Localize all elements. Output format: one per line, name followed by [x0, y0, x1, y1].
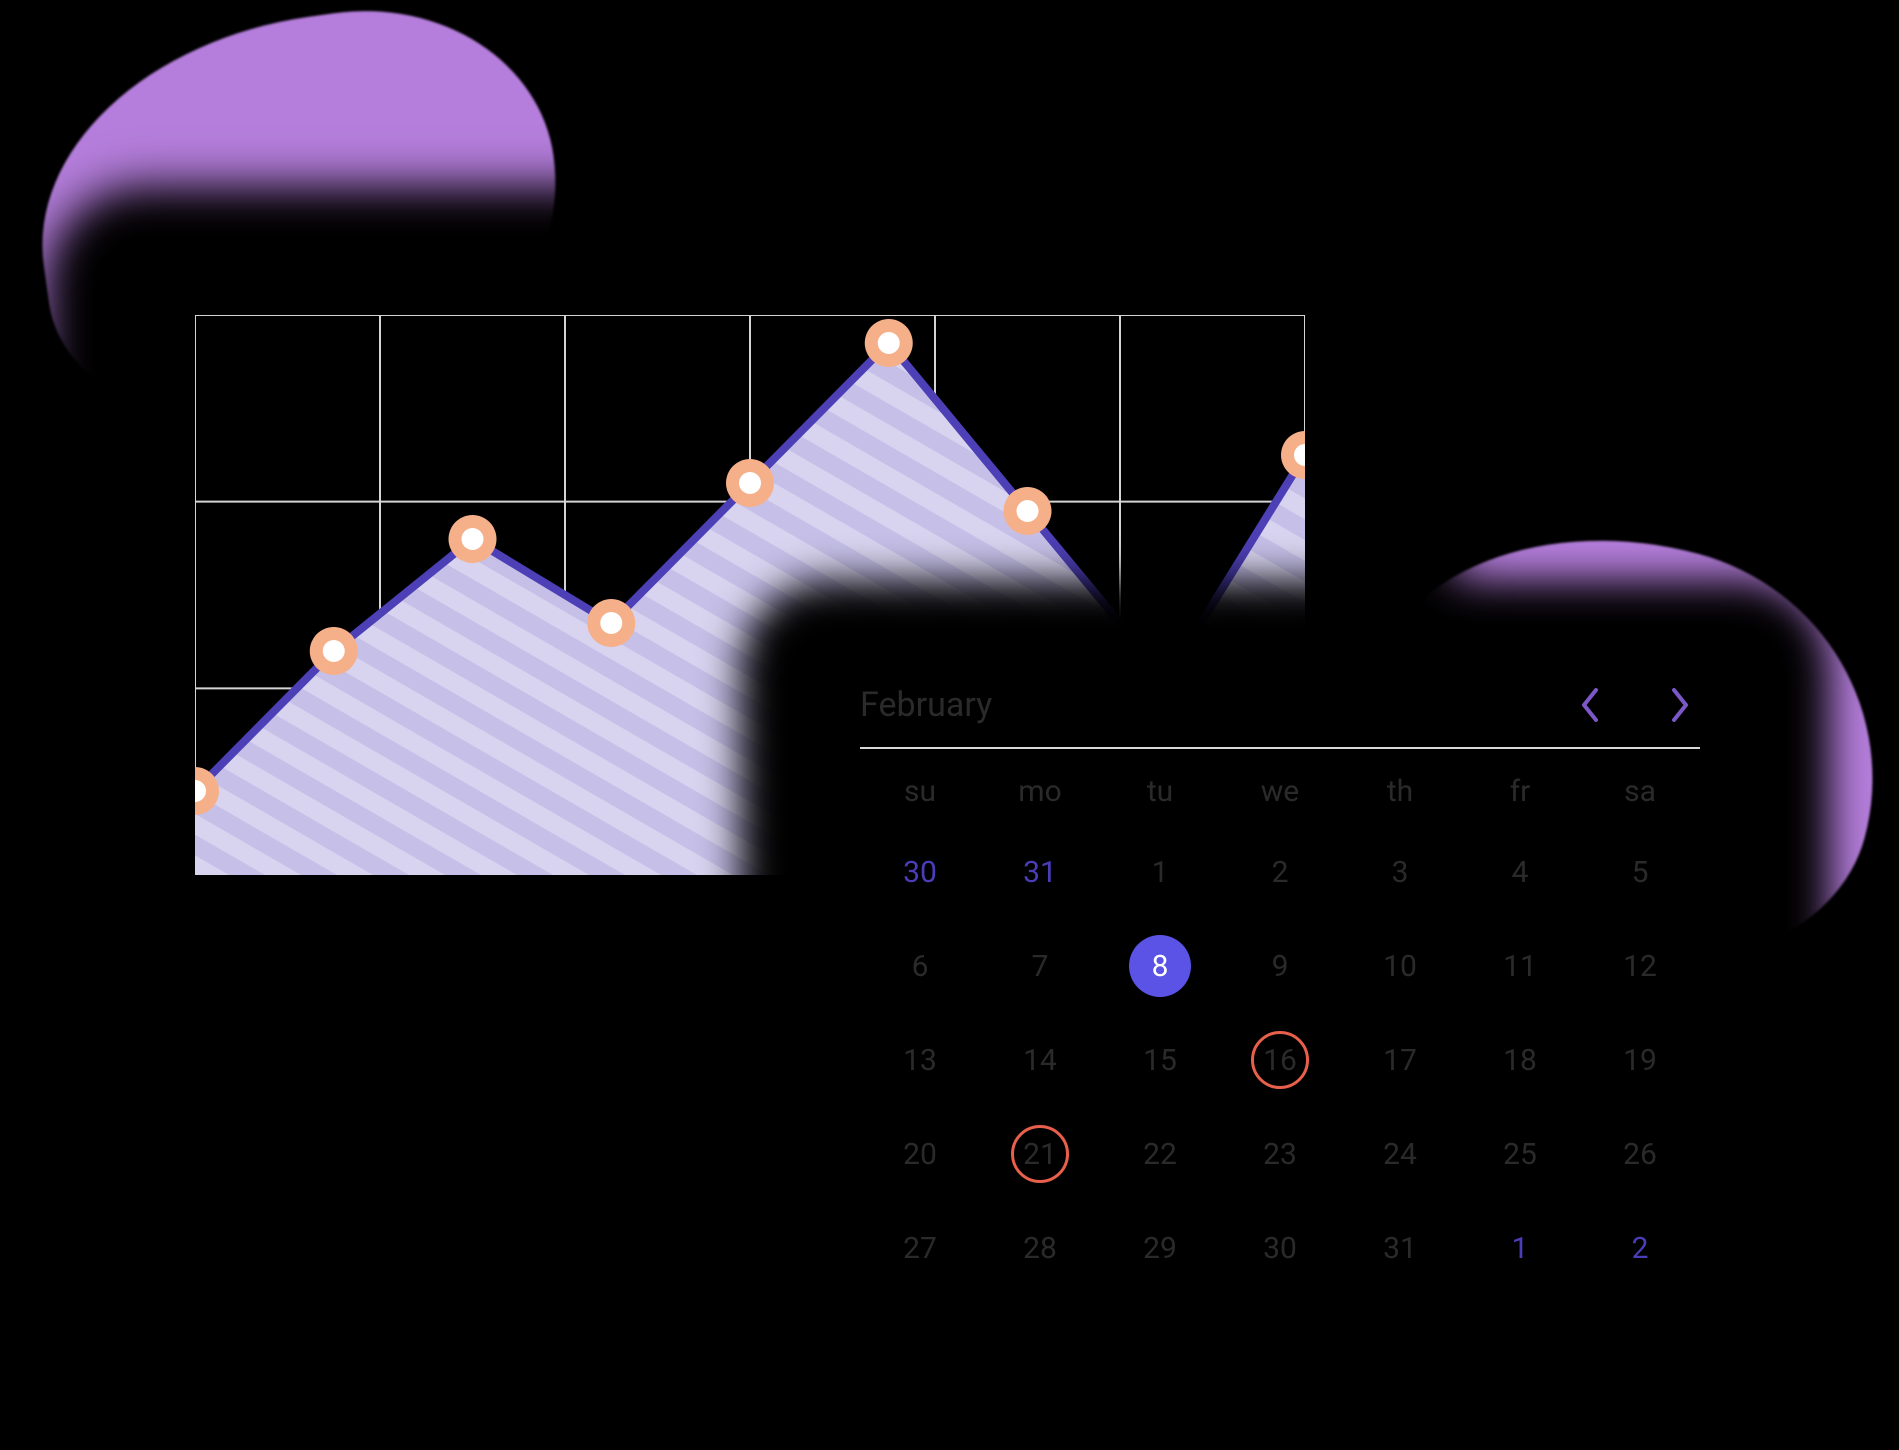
calendar-grid: sumotuwethfrsa30311234567891011121314151… [860, 774, 1700, 1279]
calendar-day[interactable]: 14 [980, 1029, 1100, 1091]
calendar-weekday: th [1340, 774, 1460, 809]
next-month-button[interactable] [1660, 685, 1700, 725]
calendar-day[interactable]: 2 [1580, 1217, 1700, 1279]
calendar-header: February [860, 685, 1700, 749]
calendar-day[interactable]: 2 [1220, 841, 1340, 903]
calendar-day[interactable]: 15 [1100, 1029, 1220, 1091]
calendar-day[interactable]: 18 [1460, 1029, 1580, 1091]
calendar-day[interactable]: 23 [1220, 1123, 1340, 1185]
calendar-day[interactable]: 31 [1340, 1217, 1460, 1279]
calendar-weekday: mo [980, 774, 1100, 809]
calendar-day[interactable]: 4 [1460, 841, 1580, 903]
chevron-right-icon [1668, 686, 1692, 724]
calendar-day[interactable]: 1 [1460, 1217, 1580, 1279]
calendar-day[interactable]: 16 [1220, 1029, 1340, 1091]
calendar-weekday: tu [1100, 774, 1220, 809]
calendar-weekday: su [860, 774, 980, 809]
calendar-day[interactable]: 25 [1460, 1123, 1580, 1185]
calendar-day[interactable]: 26 [1580, 1123, 1700, 1185]
calendar-day[interactable]: 19 [1580, 1029, 1700, 1091]
calendar-day[interactable]: 10 [1340, 935, 1460, 997]
calendar-day[interactable]: 24 [1340, 1123, 1460, 1185]
calendar-day[interactable]: 13 [860, 1029, 980, 1091]
calendar-day[interactable]: 6 [860, 935, 980, 997]
calendar-weekday: fr [1460, 774, 1580, 809]
calendar-day[interactable]: 3 [1340, 841, 1460, 903]
calendar-day[interactable]: 12 [1580, 935, 1700, 997]
calendar-day[interactable]: 30 [1220, 1217, 1340, 1279]
calendar-day[interactable]: 17 [1340, 1029, 1460, 1091]
calendar-day[interactable]: 29 [1100, 1217, 1220, 1279]
calendar-day[interactable]: 7 [980, 935, 1100, 997]
calendar-day[interactable]: 5 [1580, 841, 1700, 903]
calendar-day[interactable]: 1 [1100, 841, 1220, 903]
calendar-day[interactable]: 20 [860, 1123, 980, 1185]
prev-month-button[interactable] [1570, 685, 1610, 725]
calendar-day[interactable]: 22 [1100, 1123, 1220, 1185]
calendar-day[interactable]: 11 [1460, 935, 1580, 997]
calendar-day[interactable]: 27 [860, 1217, 980, 1279]
calendar-day[interactable]: 28 [980, 1217, 1100, 1279]
chevron-left-icon [1578, 686, 1602, 724]
calendar-month-label: February [860, 685, 992, 725]
calendar-day[interactable]: 31 [980, 841, 1100, 903]
calendar-day[interactable]: 9 [1220, 935, 1340, 997]
calendar-nav [1570, 685, 1700, 725]
calendar-day[interactable]: 30 [860, 841, 980, 903]
calendar-card: February sumotuwethfrsa30311234567891011… [800, 630, 1760, 1370]
calendar-weekday: sa [1580, 774, 1700, 809]
calendar-day[interactable]: 8 [1100, 935, 1220, 997]
calendar-day[interactable]: 21 [980, 1123, 1100, 1185]
calendar-weekday: we [1220, 774, 1340, 809]
